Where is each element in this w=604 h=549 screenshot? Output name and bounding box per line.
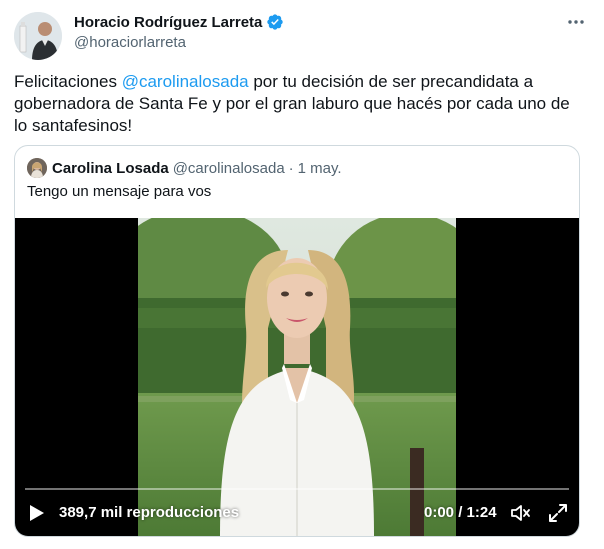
quoted-handle[interactable]: @carolinalosada xyxy=(173,160,285,177)
quoted-display-name[interactable]: Carolina Losada xyxy=(52,160,169,177)
author-handle[interactable]: @horaciorlarreta xyxy=(74,34,186,51)
avatar-image xyxy=(14,12,62,60)
video-time: 0:00 / 1:24 xyxy=(424,504,497,521)
author-name-row: Horacio Rodríguez Larreta xyxy=(74,13,284,31)
tweet-header: Horacio Rodríguez Larreta @horaciorlarre… xyxy=(14,10,590,60)
quoted-avatar-image xyxy=(27,158,47,178)
tweet-text-before: Felicitaciones xyxy=(14,72,122,91)
view-count: 389,7 mil reproducciones xyxy=(59,504,240,521)
author-display-name[interactable]: Horacio Rodríguez Larreta xyxy=(74,14,262,31)
author-avatar[interactable] xyxy=(14,12,62,60)
video-progress-bar[interactable] xyxy=(25,488,569,490)
quoted-text: Tengo un mensaje para vos xyxy=(27,183,212,200)
video-controls: 389,7 mil reproducciones 0:00 / 1:24 xyxy=(15,488,579,536)
mention-link[interactable]: @carolinalosada xyxy=(122,72,249,91)
fullscreen-icon[interactable] xyxy=(547,502,569,524)
quoted-tweet[interactable]: Carolina Losada @carolinalosada · 1 may.… xyxy=(14,145,580,537)
quoted-separator: · xyxy=(288,159,294,177)
play-icon[interactable] xyxy=(25,502,47,524)
quoted-header: Carolina Losada @carolinalosada · 1 may. xyxy=(27,158,342,178)
quoted-date[interactable]: 1 may. xyxy=(298,160,342,177)
video-player[interactable]: 389,7 mil reproducciones 0:00 / 1:24 xyxy=(15,218,579,536)
verified-badge-icon xyxy=(267,14,284,30)
more-dots-icon xyxy=(568,20,584,24)
quoted-avatar[interactable] xyxy=(27,158,47,178)
more-options-icon[interactable] xyxy=(564,10,588,34)
volume-icon[interactable] xyxy=(509,502,531,524)
tweet-text: Felicitaciones @carolinalosada por tu de… xyxy=(14,71,574,137)
